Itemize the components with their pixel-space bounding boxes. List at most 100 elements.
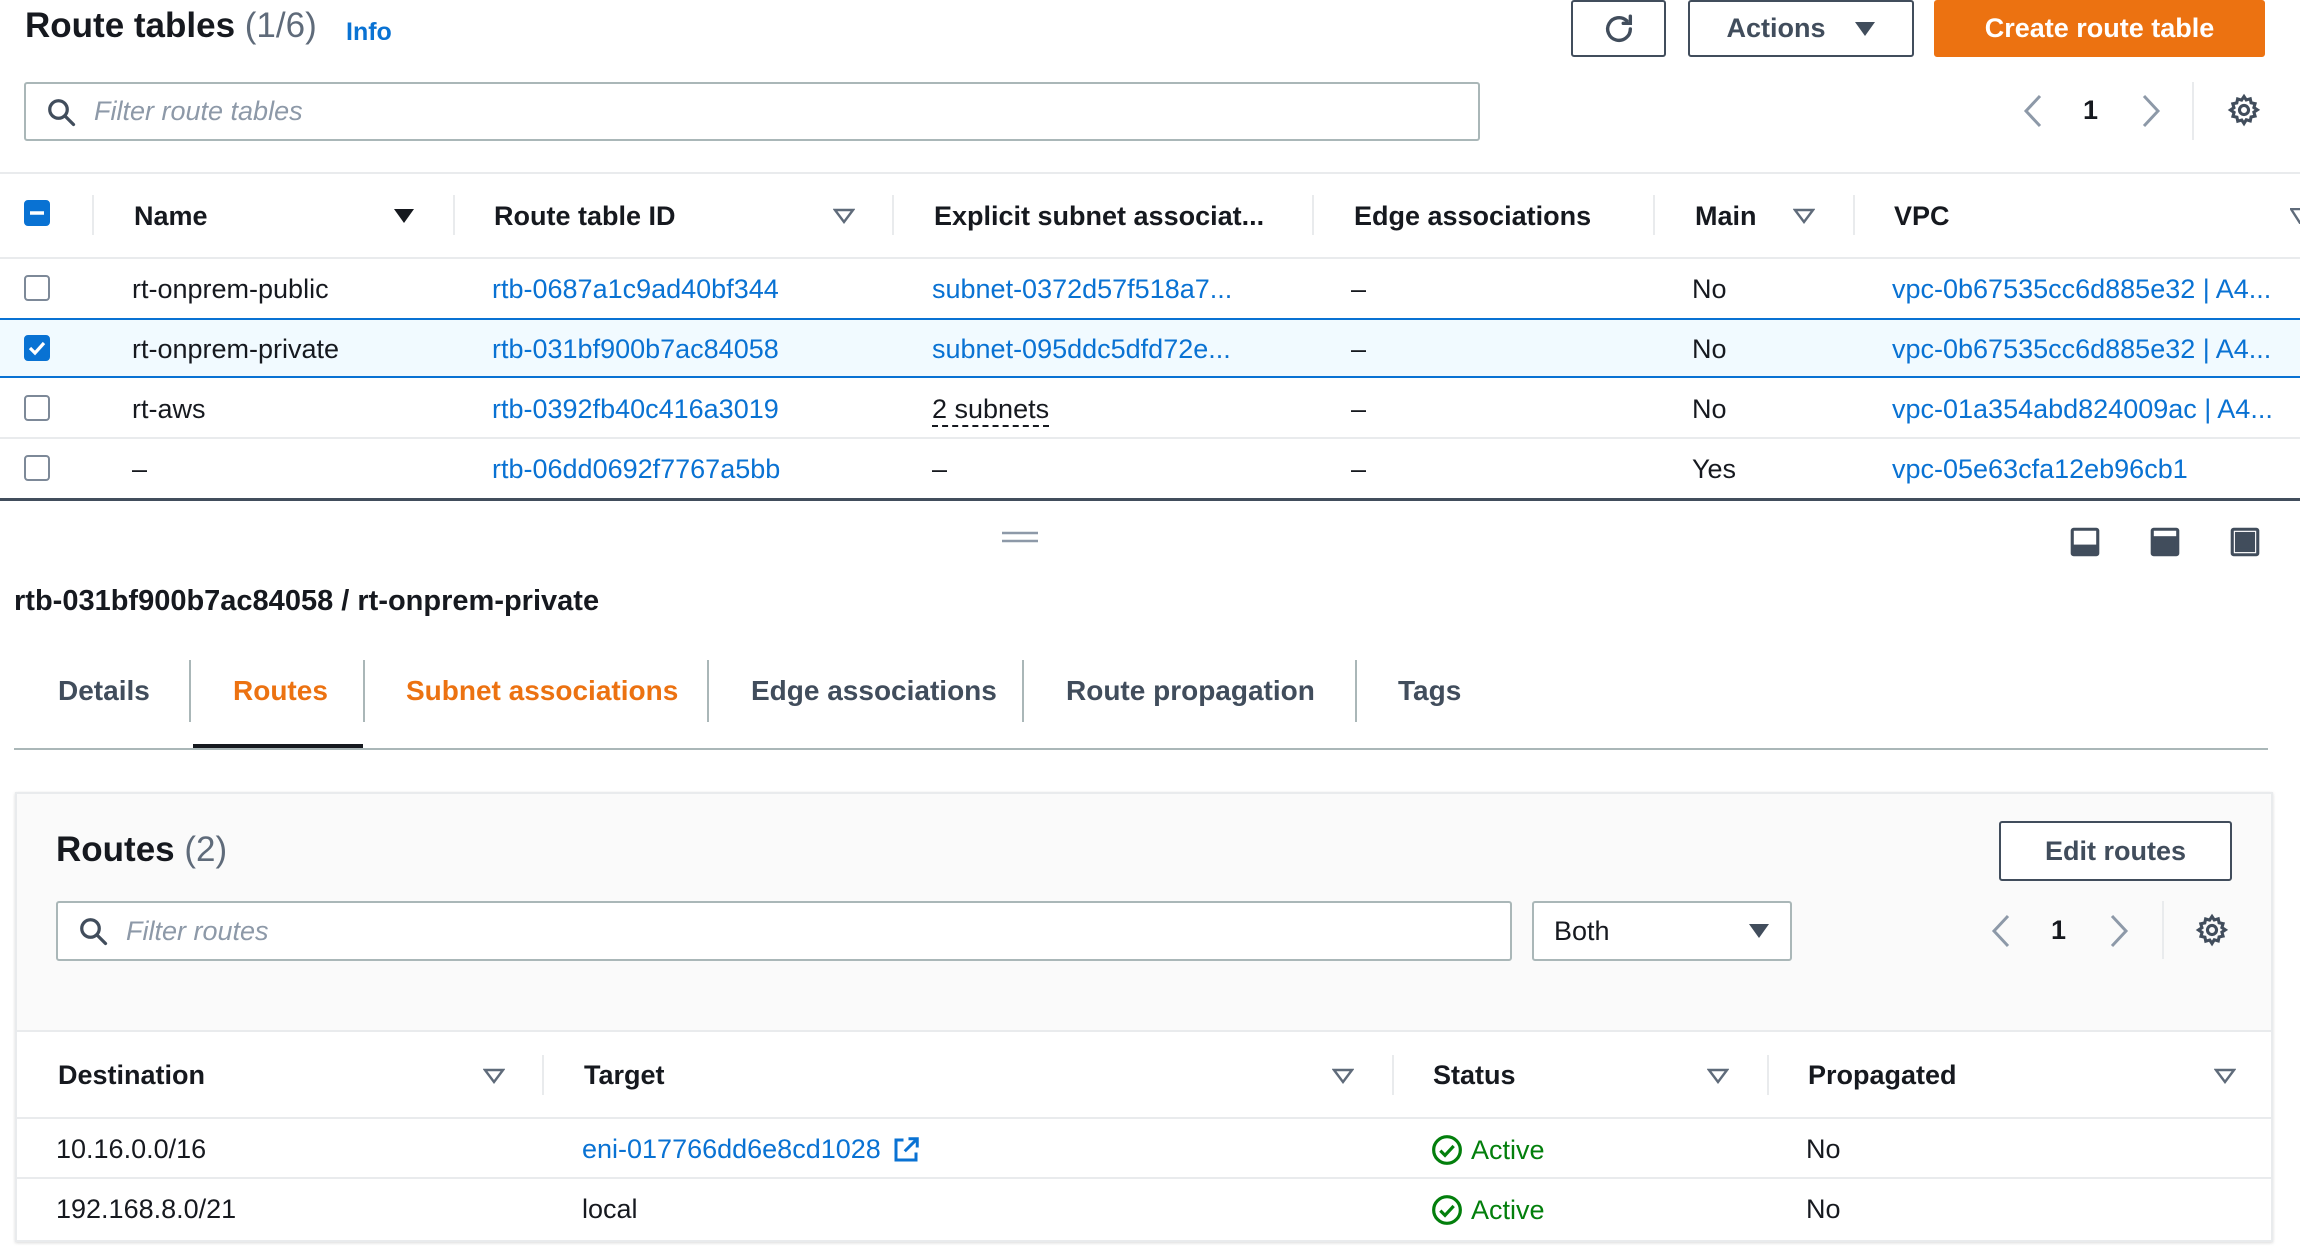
routes-container <box>15 792 2273 1242</box>
main-flag: No <box>1692 274 1727 304</box>
vpc-link[interactable]: vpc-0b67535cc6d885e32 | A4... <box>1892 274 2271 305</box>
column-header-name[interactable]: Name <box>134 201 208 232</box>
tab-edge-associations[interactable]: Edge associations <box>751 675 997 707</box>
edit-routes-button[interactable]: Edit routes <box>1999 821 2232 881</box>
page-number[interactable]: 1 <box>2083 95 2098 126</box>
sort-icon[interactable] <box>833 208 855 224</box>
column-header-target[interactable]: Target <box>584 1060 665 1091</box>
caret-down-icon <box>1748 923 1770 939</box>
route-table-id-link[interactable]: rtb-0687a1c9ad40bf344 <box>492 274 779 305</box>
column-header-vpc[interactable]: VPC <box>1894 201 1950 232</box>
route-table-id-link[interactable]: rtb-031bf900b7ac84058 <box>492 334 779 365</box>
route-table-id-link[interactable]: rtb-0392fb40c416a3019 <box>492 394 779 425</box>
routes-title: Routes (2) <box>56 830 227 870</box>
edge-associations: – <box>1351 334 1367 364</box>
route-propagated: No <box>1806 1134 1841 1164</box>
caret-down-icon <box>1854 21 1876 37</box>
routes-count: (2) <box>184 830 228 869</box>
column-header-propagated[interactable]: Propagated <box>1808 1060 1957 1091</box>
info-link[interactable]: Info <box>346 18 392 47</box>
actions-button[interactable]: Actions <box>1688 0 1914 57</box>
route-table-name: rt-onprem-private <box>132 334 340 364</box>
chevron-left-icon[interactable] <box>1990 913 2012 949</box>
column-header-route-table-id[interactable]: Route table ID <box>494 201 676 232</box>
route-status-text: Active <box>1471 1194 1545 1225</box>
refresh-icon <box>1602 12 1636 46</box>
route-status: Active <box>1431 1194 1545 1226</box>
route-type-value: Both <box>1554 915 1610 946</box>
sort-icon[interactable] <box>2214 1068 2236 1084</box>
route-destination: 192.168.8.0/21 <box>56 1194 237 1224</box>
sort-icon[interactable] <box>1707 1068 1729 1084</box>
sort-icon[interactable] <box>483 1068 505 1084</box>
route-table-name: rt-aws <box>132 394 206 424</box>
tab-tags[interactable]: Tags <box>1398 675 1461 707</box>
actions-label: Actions <box>1726 13 1826 43</box>
chevron-left-icon[interactable] <box>2022 93 2044 129</box>
main-flag: No <box>1692 394 1727 424</box>
routes-title-text: Routes <box>56 830 175 869</box>
filter-routes-input[interactable]: Filter routes <box>56 901 1512 961</box>
chevron-right-icon[interactable] <box>2140 93 2162 129</box>
tab-details[interactable]: Details <box>58 675 150 707</box>
filter-placeholder: Filter route tables <box>94 96 303 126</box>
page-title-text: Route tables <box>25 6 236 45</box>
panel-side-icon[interactable] <box>2148 525 2182 559</box>
route-propagated: No <box>1806 1194 1841 1224</box>
search-icon <box>58 916 108 946</box>
row-checkbox[interactable] <box>24 335 50 361</box>
vpc-link[interactable]: vpc-05e63cfa12eb96cb1 <box>1892 454 2188 485</box>
tab-route-propagation[interactable]: Route propagation <box>1066 675 1315 707</box>
panel-full-icon[interactable] <box>2228 525 2262 559</box>
subnet-link[interactable]: subnet-0372d57f518a7... <box>932 274 1232 305</box>
sort-icon[interactable] <box>1793 208 1815 224</box>
route-target-text: eni-017766dd6e8cd1028 <box>582 1134 881 1164</box>
route-table-name: – <box>132 454 148 484</box>
column-header-destination[interactable]: Destination <box>58 1060 205 1091</box>
tab-routes[interactable]: Routes <box>233 675 328 707</box>
main-flag: No <box>1692 334 1727 364</box>
edge-associations: – <box>1351 454 1367 484</box>
chevron-right-icon[interactable] <box>2108 913 2130 949</box>
routes-page-number[interactable]: 1 <box>2051 915 2066 946</box>
route-status: Active <box>1431 1134 1545 1166</box>
gear-icon[interactable] <box>2195 913 2229 947</box>
column-header-status[interactable]: Status <box>1433 1060 1516 1091</box>
subnet-link[interactable]: subnet-095ddc5dfd72e... <box>932 334 1231 365</box>
split-panel-divider[interactable] <box>0 498 2300 501</box>
detail-panel-title: rtb-031bf900b7ac84058 / rt-onprem-privat… <box>14 585 600 617</box>
drag-handle-icon[interactable] <box>1002 530 1038 544</box>
row-checkbox[interactable] <box>24 275 50 301</box>
external-link-icon <box>891 1135 921 1165</box>
gear-icon[interactable] <box>2227 93 2261 127</box>
vpc-link[interactable]: vpc-01a354abd824009ac | A4... <box>1892 394 2273 425</box>
route-destination: 10.16.0.0/16 <box>56 1134 207 1164</box>
sort-icon[interactable] <box>393 208 415 224</box>
route-table-id-link[interactable]: rtb-06dd0692f7767a5bb <box>492 454 780 485</box>
search-icon <box>26 97 76 127</box>
sort-icon[interactable] <box>1332 1068 1354 1084</box>
tab-subnet-associations[interactable]: Subnet associations <box>406 675 678 707</box>
select-all-checkbox[interactable] <box>24 200 50 226</box>
route-target: local <box>582 1194 638 1224</box>
vpc-link[interactable]: vpc-0b67535cc6d885e32 | A4... <box>1892 334 2271 365</box>
main-flag: Yes <box>1692 454 1737 484</box>
column-header-edge-associations[interactable]: Edge associations <box>1354 201 1591 232</box>
refresh-button[interactable] <box>1571 0 1666 57</box>
column-header-explicit-subnet[interactable]: Explicit subnet associat... <box>934 201 1264 232</box>
filter-route-tables-input[interactable]: Filter route tables <box>24 82 1480 141</box>
route-table-name: rt-onprem-public <box>132 274 329 304</box>
row-checkbox[interactable] <box>24 455 50 481</box>
subnet-none: – <box>932 454 948 484</box>
status-success-icon <box>1431 1134 1463 1166</box>
route-target-link[interactable]: eni-017766dd6e8cd1028 <box>582 1134 921 1165</box>
row-checkbox[interactable] <box>24 395 50 421</box>
route-type-select[interactable]: Both <box>1532 901 1792 961</box>
edge-associations: – <box>1351 274 1367 304</box>
create-route-table-button[interactable]: Create route table <box>1934 0 2265 57</box>
page-title-count: (1/6) <box>244 6 317 45</box>
column-header-main[interactable]: Main <box>1695 201 1757 232</box>
subnets-popover[interactable]: 2 subnets <box>932 394 1050 427</box>
panel-bottom-icon[interactable] <box>2068 525 2102 559</box>
sort-icon[interactable] <box>2290 208 2300 224</box>
